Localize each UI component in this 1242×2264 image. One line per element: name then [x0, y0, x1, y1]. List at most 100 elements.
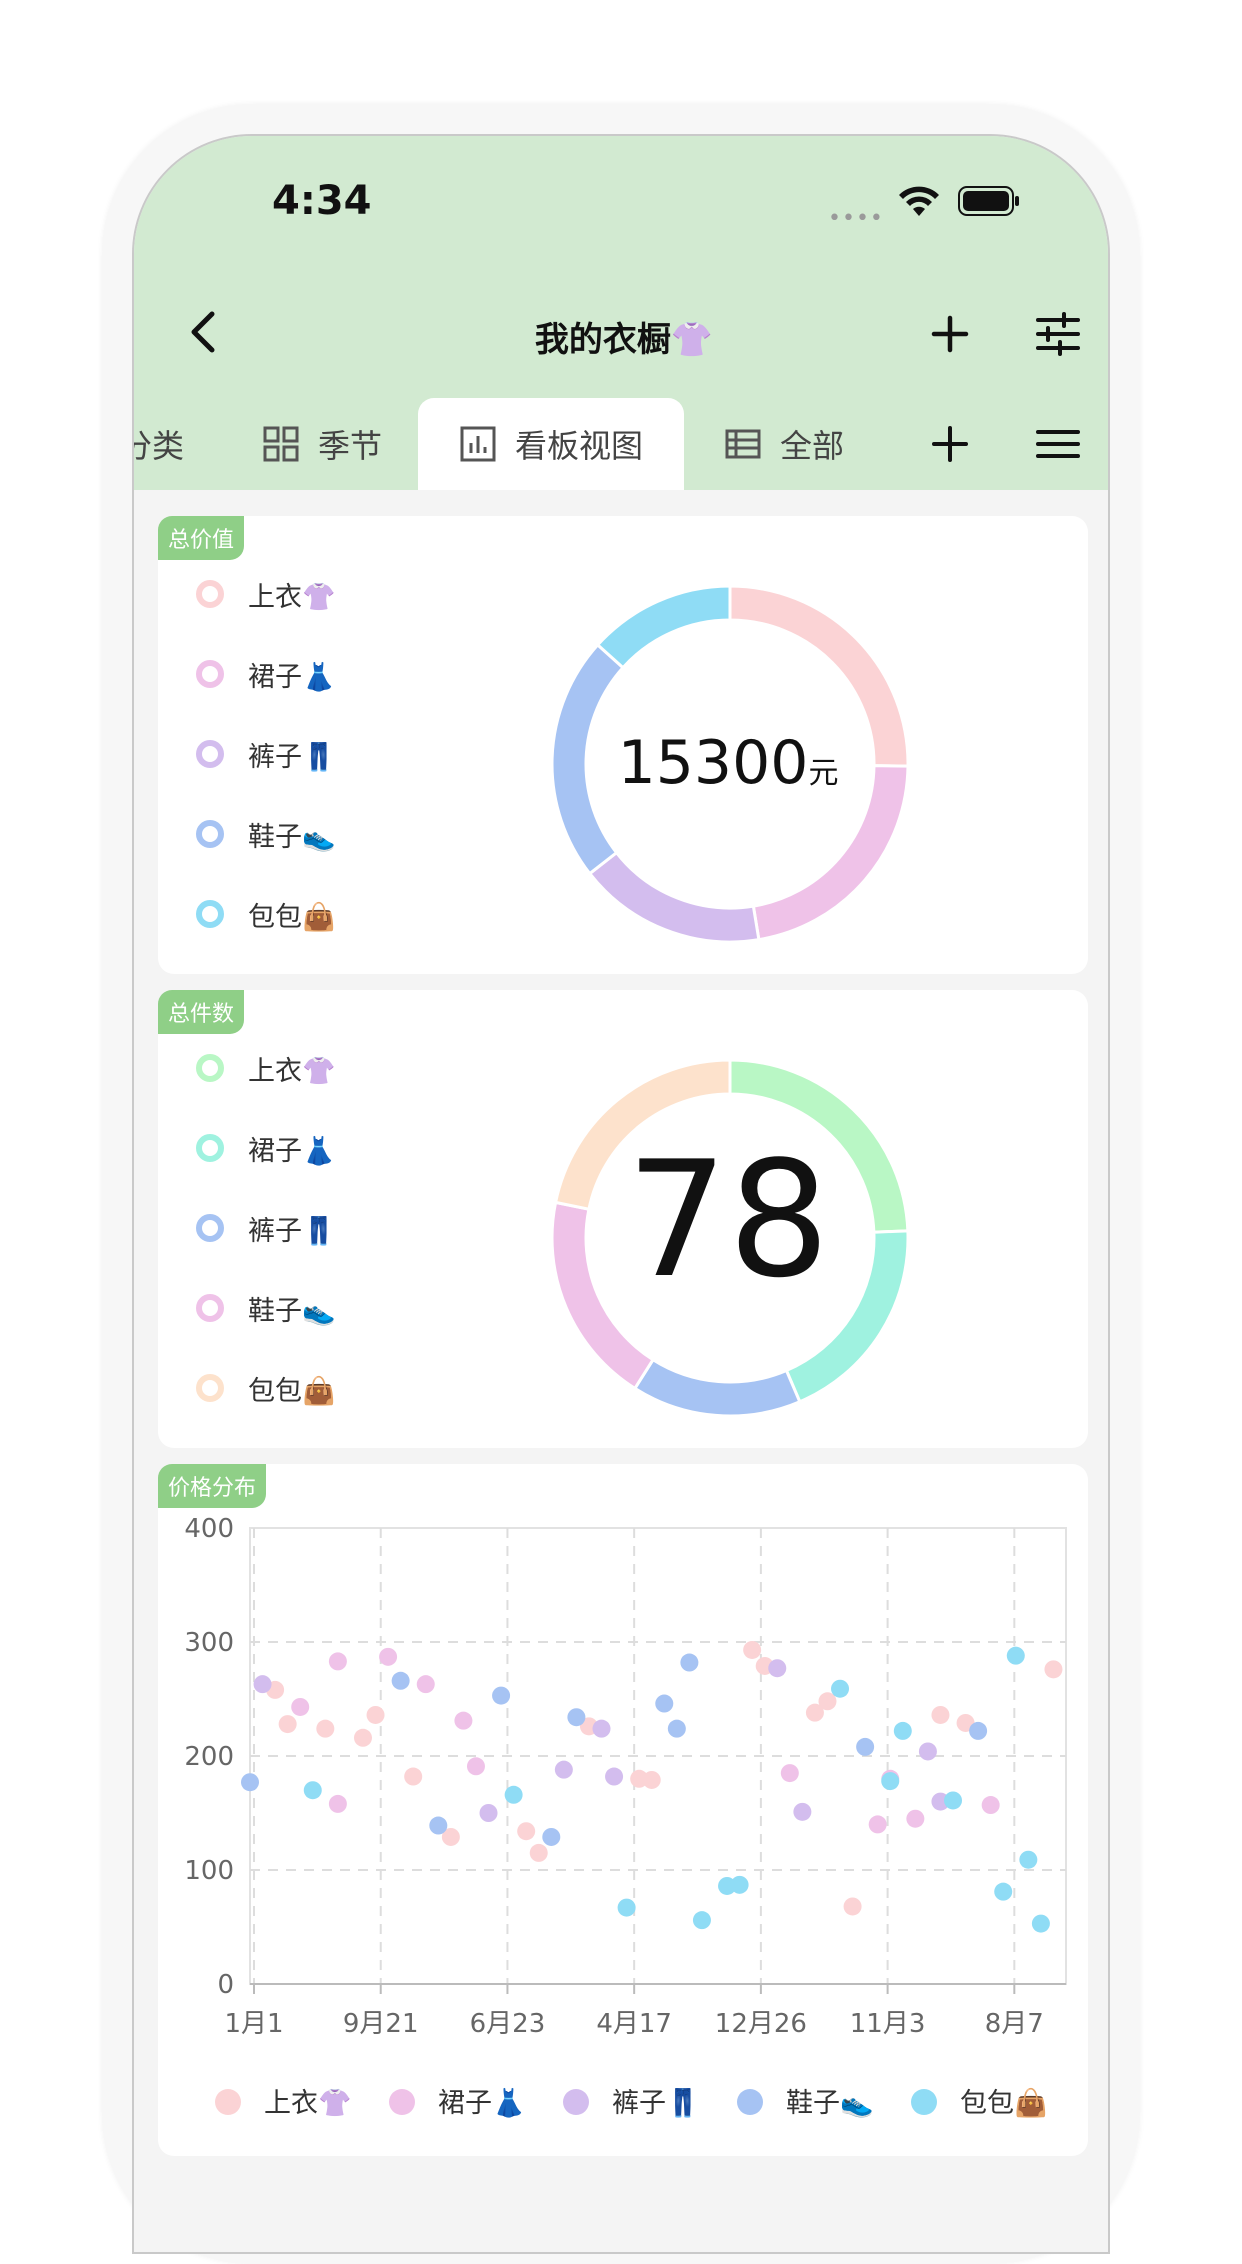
- scatter-point: [253, 1675, 272, 1694]
- scatter-point: [893, 1721, 912, 1740]
- legend-dot[interactable]: [911, 2089, 937, 2115]
- scatter-point: [353, 1728, 372, 1747]
- scatter-point: [831, 1679, 850, 1698]
- legend-label[interactable]: 鞋子👟: [786, 2088, 874, 2119]
- wifi-icon: [899, 186, 939, 216]
- scatter-point: [466, 1757, 485, 1776]
- price-scatter-chart: 0 100 200 300 400 1月1 9月21 6月23 4月17 12月26 11月3 8月7…: [184, 1514, 1067, 2119]
- x-tick-label: 4月17: [596, 2009, 672, 2039]
- y-tick-label: 100: [184, 1856, 234, 1886]
- scatter-point: [416, 1675, 435, 1694]
- scatter-point: [994, 1882, 1013, 1901]
- tab-season[interactable]: 季节: [262, 398, 382, 490]
- legend-dot[interactable]: [563, 2089, 589, 2115]
- scatter-point: [328, 1794, 347, 1813]
- grid-icon: [263, 426, 299, 462]
- list-icon: [725, 429, 761, 459]
- scatter-point: [291, 1697, 310, 1716]
- status-time: 4:34: [272, 178, 372, 224]
- scatter-point: [429, 1816, 448, 1835]
- x-tick-label: 11月3: [850, 2009, 926, 2039]
- scatter-point: [969, 1721, 988, 1740]
- y-tick-label: 200: [184, 1742, 234, 1772]
- y-tick-label: 0: [217, 1970, 234, 2000]
- scatter-point: [692, 1911, 711, 1930]
- tab-dashboard[interactable]: 看板视图: [418, 398, 684, 490]
- x-tick-label: 9月21: [343, 2009, 419, 2039]
- scatter-point: [316, 1719, 335, 1738]
- y-tick-label: 300: [184, 1628, 234, 1658]
- scatter-point: [843, 1897, 862, 1916]
- scatter-point: [328, 1652, 347, 1671]
- legend-dot[interactable]: [389, 2089, 415, 2115]
- scatter-point: [918, 1742, 937, 1761]
- scatter-point: [542, 1827, 561, 1846]
- scatter-point: [642, 1770, 661, 1789]
- scatter-point: [680, 1653, 699, 1672]
- tab-all-label: 全部: [780, 427, 845, 465]
- scatter-point: [241, 1773, 259, 1792]
- legend-label[interactable]: 裙子👗: [438, 2087, 526, 2119]
- scatter-point: [730, 1875, 749, 1894]
- scatter-point: [906, 1809, 925, 1828]
- center-unit: 元: [808, 756, 839, 791]
- scatter-point: [391, 1671, 410, 1690]
- bottom-area: [134, 2232, 1108, 2252]
- center-number: 15300: [617, 728, 809, 798]
- scatter-point: [504, 1785, 523, 1804]
- scatter-point: [529, 1843, 548, 1862]
- menu-icon[interactable]: [1032, 418, 1084, 470]
- scatter-point: [379, 1647, 398, 1666]
- donut-slice: [587, 850, 761, 944]
- scatter-point: [655, 1694, 674, 1713]
- legend-label[interactable]: 上衣👚: [264, 2088, 352, 2119]
- scatter-point: [617, 1898, 636, 1917]
- center-number: 78: [626, 1126, 830, 1313]
- scatter-point: [780, 1764, 799, 1783]
- legend-label[interactable]: 裤子👖: [612, 2087, 700, 2119]
- scatter-point: [366, 1705, 385, 1724]
- battery-icon: [958, 186, 1019, 216]
- scatter-point: [517, 1822, 536, 1841]
- tab-all[interactable]: 全部: [724, 398, 844, 490]
- scatter-point: [592, 1719, 611, 1738]
- legend-label[interactable]: 包包👜: [960, 2087, 1048, 2119]
- filter-settings-icon[interactable]: [1030, 306, 1086, 362]
- view-tabs: 分类 季节 看板视图: [134, 398, 1108, 490]
- scatter-point: [944, 1791, 963, 1810]
- scatter-point: [868, 1815, 887, 1834]
- legend-dot[interactable]: [737, 2089, 763, 2115]
- tab-dashboard-label: 看板视图: [514, 427, 643, 465]
- bar-chart-icon: [460, 426, 496, 462]
- x-tick-label: 8月7: [985, 2009, 1044, 2039]
- scatter-point: [605, 1767, 624, 1786]
- add-icon[interactable]: [922, 306, 978, 362]
- total-count-card: 总件数 上衣👚 裙子👗 裤子👖 鞋子👟 包包👜 78: [158, 990, 1088, 1448]
- scatter-point: [931, 1705, 950, 1724]
- donut-slice: [632, 1357, 802, 1418]
- scatter-point: [1031, 1914, 1050, 1933]
- scatter-point: [454, 1711, 473, 1730]
- back-icon[interactable]: [174, 302, 234, 362]
- scatter-point: [667, 1719, 686, 1738]
- scatter-point: [743, 1640, 762, 1659]
- scatter-point: [479, 1804, 498, 1822]
- phone-screen: 4:34 •••• 我的衣橱👚 分类: [132, 134, 1110, 2254]
- scatter-point: [303, 1781, 322, 1800]
- scatter-point: [567, 1708, 586, 1727]
- scatter-point: [856, 1737, 875, 1756]
- add-view-icon[interactable]: [924, 418, 976, 470]
- scatter-point: [1044, 1660, 1063, 1679]
- price-distribution-card: 价格分布 0 100 200 300 400 1月1 9月21 6月23 4月17 12月26 11…: [158, 1464, 1088, 2156]
- scatter-point: [554, 1760, 573, 1779]
- tab-category[interactable]: 分类: [134, 398, 185, 490]
- tab-category-label: 分类: [134, 427, 185, 465]
- tab-season-label: 季节: [318, 427, 383, 465]
- scatter-point: [981, 1796, 1000, 1815]
- scatter-point: [768, 1659, 787, 1678]
- donut-center-value: 15300元: [578, 728, 878, 798]
- scatter-point: [793, 1802, 812, 1821]
- legend-dot[interactable]: [215, 2089, 241, 2115]
- scatter-point: [404, 1767, 423, 1786]
- x-tick-label: 6月23: [470, 2009, 546, 2039]
